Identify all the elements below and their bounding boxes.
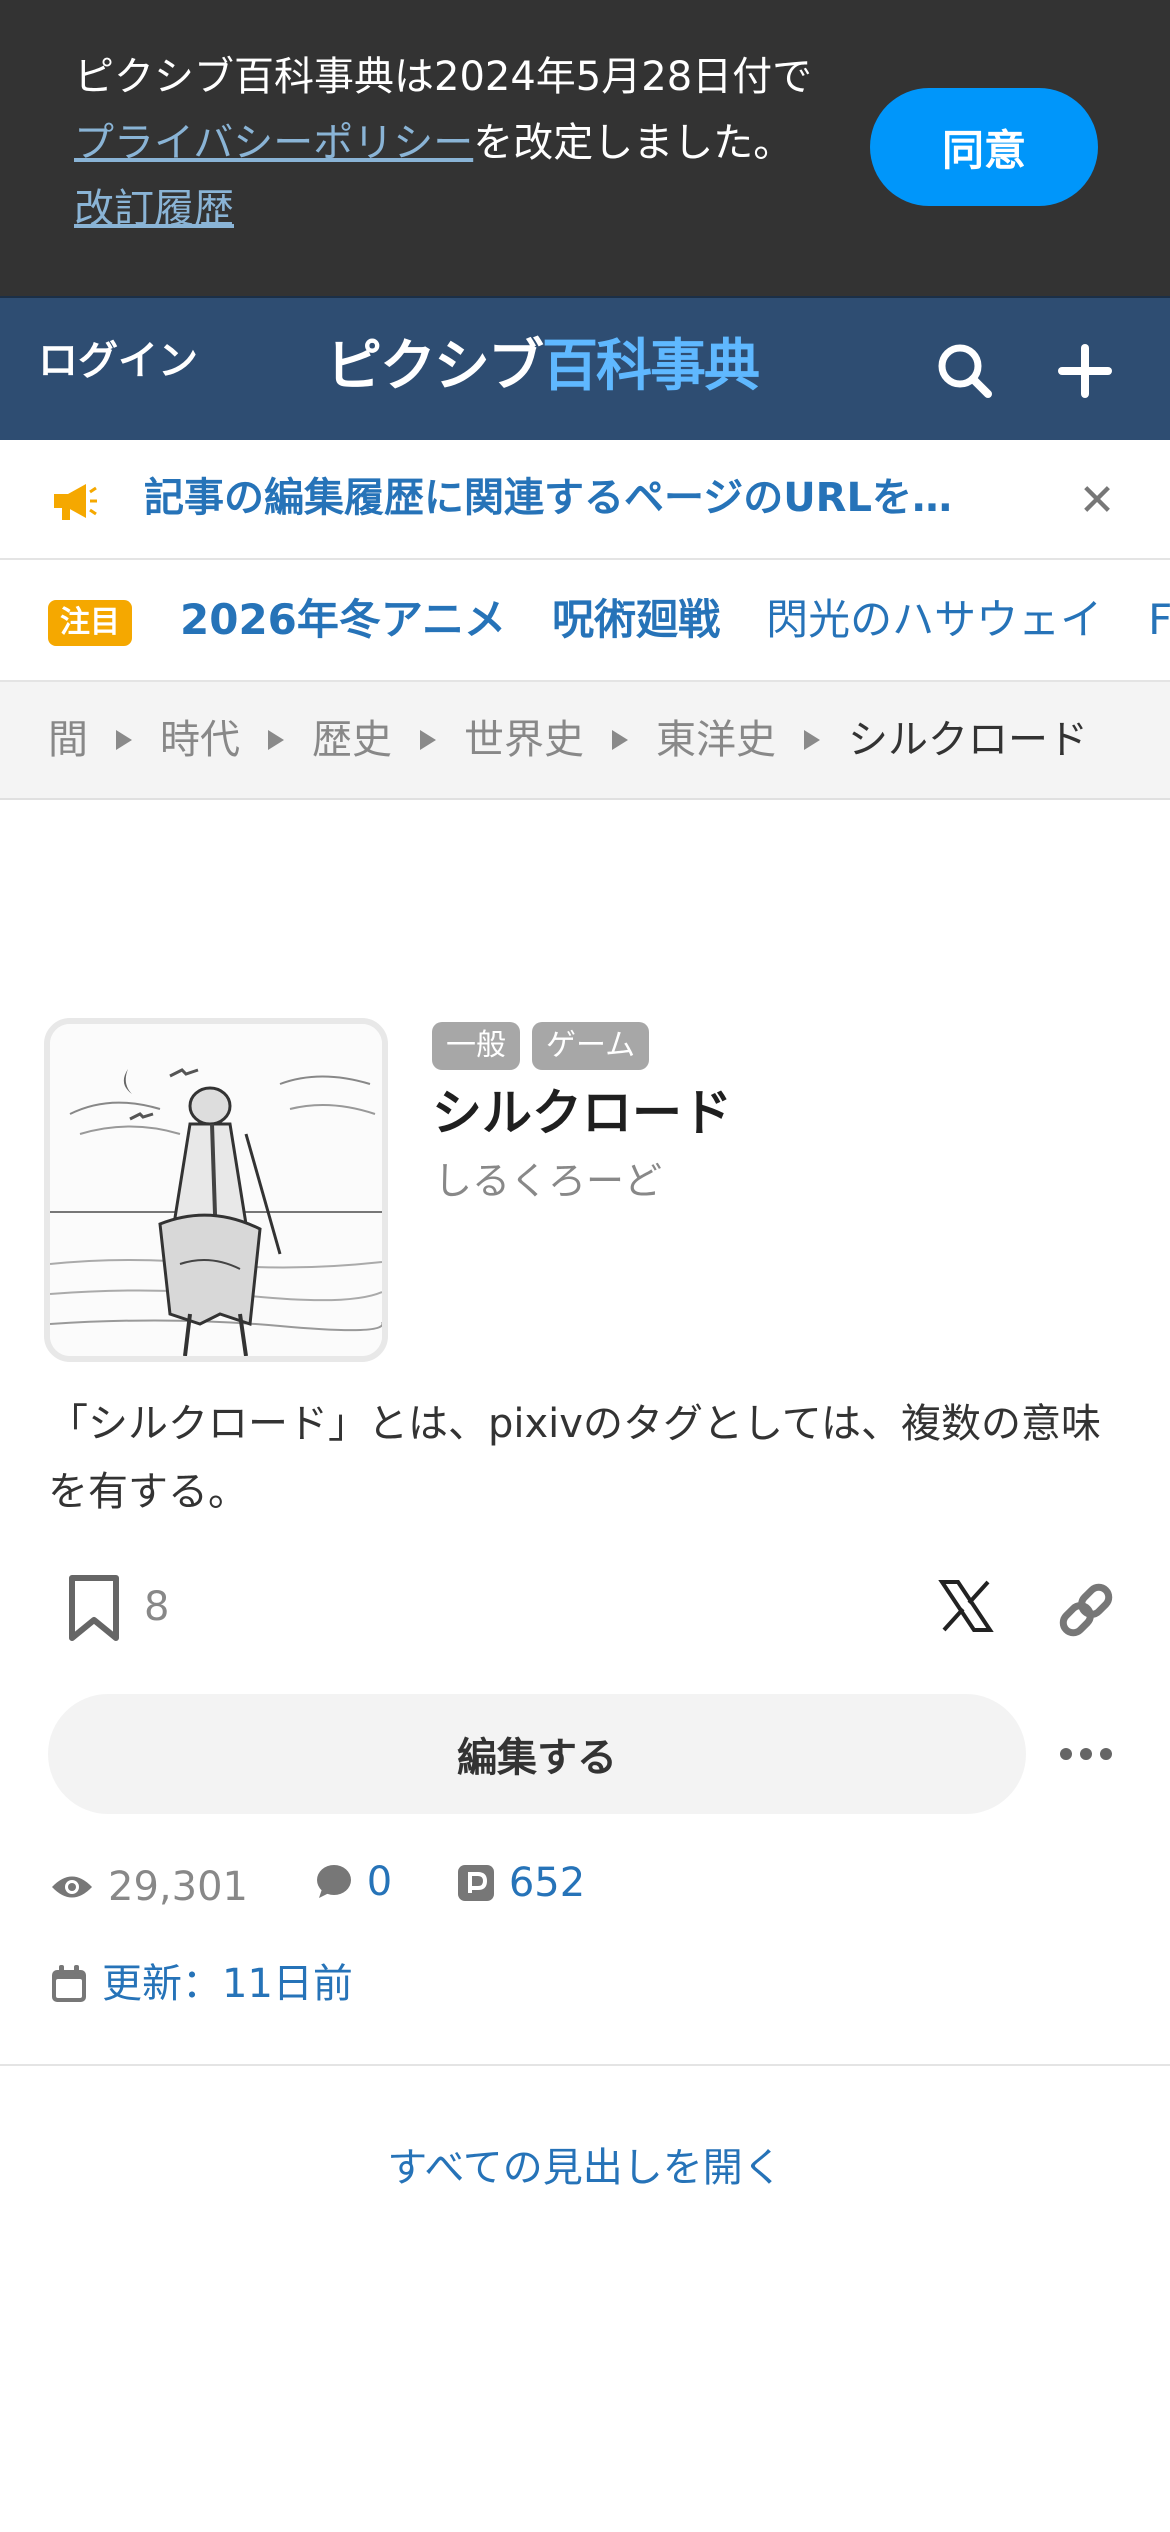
consent-text-before: ピクシブ百科事典は2024年5月28日付で (74, 54, 813, 100)
pixiv-icon (457, 1865, 494, 1901)
consent-banner: ピクシブ百科事典は2024年5月28日付でプライバシーポリシーを改定しました。改… (0, 0, 1170, 296)
trending-list: 2026年冬アニメ呪術廻戦閃光のハサウェイ FGO (180, 588, 1170, 652)
pixiv-works-count[interactable]: 652 (509, 1853, 585, 1913)
search-icon[interactable] (930, 336, 1000, 406)
trending-item[interactable]: 呪術廻戦 (552, 595, 720, 644)
article-stats: 29,301 0 652 (50, 1852, 637, 1912)
site-header: ログイン ピクシブ百科事典 (0, 296, 1170, 440)
site-logo[interactable]: ピクシブ百科事典 (326, 334, 760, 400)
login-link[interactable]: ログイン (38, 336, 198, 386)
article-reading: しるくろーど (434, 1159, 663, 1203)
breadcrumb-item[interactable]: 間 (48, 717, 88, 763)
chevron-right-icon (804, 730, 820, 750)
section-divider (0, 2064, 1170, 2066)
close-icon[interactable]: ✕ (1072, 476, 1122, 526)
chevron-right-icon (420, 730, 436, 750)
updated-info[interactable]: 更新：11日前 (50, 1954, 353, 2014)
agree-button[interactable]: 同意 (870, 88, 1098, 206)
comment-icon (316, 1865, 351, 1898)
logo-part-pixiv: ピクシブ (326, 334, 544, 399)
breadcrumb: 間 時代 歴史 世界史 東洋史 シルクロード (0, 682, 1170, 800)
notice-message-link[interactable]: 記事の編集履歴に関連するページのURLを… (144, 470, 1004, 526)
consent-message: ピクシブ百科事典は2024年5月28日付でプライバシーポリシーを改定しました。改… (74, 44, 814, 242)
plus-icon[interactable] (1050, 336, 1120, 406)
link-icon[interactable] (1054, 1578, 1118, 1642)
bookmark-count: 8 (144, 1584, 170, 1630)
breadcrumb-current: シルクロード (848, 717, 1088, 763)
privacy-policy-link[interactable]: プライバシーポリシー (74, 120, 473, 166)
tag-badge[interactable]: ゲーム (532, 1022, 650, 1070)
article-tags: 一般 ゲーム (432, 1022, 661, 1070)
trending-item[interactable]: 2026年冬アニメ (180, 595, 506, 644)
logo-part-encyclopedia: 百科事典 (542, 334, 760, 399)
bookmark-icon[interactable] (64, 1572, 124, 1644)
chevron-right-icon (268, 730, 284, 750)
view-stat: 29,301 (50, 1857, 248, 1917)
trending-badge: 注目 (48, 600, 132, 646)
breadcrumb-item[interactable]: 世界史 (464, 717, 584, 763)
comment-stat[interactable]: 0 (313, 1852, 392, 1912)
megaphone-icon (48, 476, 98, 526)
edit-button[interactable]: 編集する (48, 1694, 1026, 1814)
notice-bar: 記事の編集履歴に関連するページのURLを… ✕ (0, 440, 1170, 560)
tag-badge[interactable]: 一般 (432, 1022, 520, 1070)
eye-icon (52, 1876, 92, 1898)
pixiv-works-stat[interactable]: 652 (457, 1853, 585, 1913)
chevron-right-icon (612, 730, 628, 750)
article-summary: 「シルクロード」とは、pixivのタグとしては、複数の意味を有する。 (48, 1401, 1101, 1515)
calendar-icon (52, 1965, 86, 2002)
open-all-headings-link[interactable]: すべての見出しを開く (0, 2138, 1170, 2198)
trending-bar: 注目 2026年冬アニメ呪術廻戦閃光のハサウェイ FGO (0, 560, 1170, 682)
breadcrumb-item[interactable]: 東洋史 (656, 717, 776, 763)
more-options-icon[interactable] (1056, 1734, 1116, 1774)
article-title: シルクロード (432, 1084, 732, 1142)
x-share-icon[interactable] (936, 1576, 996, 1636)
breadcrumb-item[interactable]: 時代 (160, 717, 240, 763)
updated-text[interactable]: 更新：11日前 (102, 1954, 353, 2014)
revision-history-link[interactable]: 改訂履歴 (74, 186, 234, 232)
chevron-right-icon (116, 730, 132, 750)
trending-item[interactable]: 閃光のハサウェイ (766, 595, 1102, 644)
view-count: 29,301 (108, 1864, 248, 1910)
consent-text-after: を改定しました。 (473, 120, 794, 166)
article-thumbnail[interactable] (44, 1018, 388, 1362)
trending-item[interactable]: FGO (1148, 595, 1170, 644)
comment-count[interactable]: 0 (367, 1852, 392, 1912)
breadcrumb-item[interactable]: 歴史 (312, 717, 392, 763)
